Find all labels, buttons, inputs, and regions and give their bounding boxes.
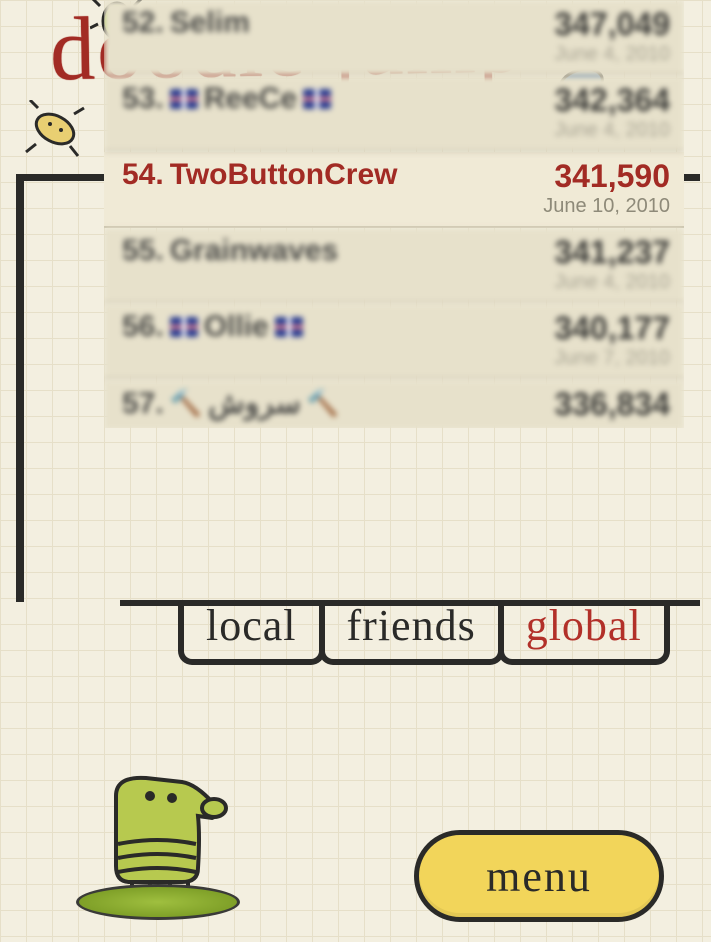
- player-name: TwoButtonCrew: [170, 158, 398, 192]
- menu-button[interactable]: menu: [414, 830, 664, 922]
- score: 347,049: [554, 6, 670, 43]
- hammer-icon: 🔨: [170, 388, 202, 419]
- player-name: Grainwaves: [170, 234, 338, 268]
- rank: 52.: [122, 6, 164, 40]
- rank: 57.: [122, 387, 164, 421]
- leaderboard-row[interactable]: 55. Grainwaves 341,237 June 4, 2010: [104, 228, 684, 304]
- rank: 53.: [122, 82, 164, 116]
- tab-friends[interactable]: friends: [319, 600, 504, 665]
- score: 341,590: [543, 158, 670, 195]
- leaderboard-row-current-user[interactable]: 54. TwoButtonCrew 341,590 June 10, 2010: [104, 152, 684, 228]
- rank: 56.: [122, 310, 164, 344]
- leaderboard-row[interactable]: 52. Selim 347,049 June 4, 2010: [104, 0, 684, 76]
- leaderboard-tabs: local friends global: [178, 600, 670, 665]
- score-date: June 7, 2010: [554, 347, 670, 370]
- leaderboard[interactable]: 52. Selim 347,049 June 4, 2010 53. ReeCe…: [104, 0, 684, 428]
- tab-local[interactable]: local: [178, 600, 325, 665]
- score-date: June 4, 2010: [554, 43, 670, 66]
- score-date: June 10, 2010: [543, 195, 670, 218]
- menu-button-label: menu: [486, 851, 592, 902]
- score: 340,177: [554, 310, 670, 347]
- uk-flag-icon: [303, 89, 331, 109]
- rank: 55.: [122, 234, 164, 268]
- leaderboard-row[interactable]: 56. Ollie 340,177 June 7, 2010: [104, 304, 684, 380]
- tab-global[interactable]: global: [498, 600, 670, 665]
- score: 342,364: [554, 82, 670, 119]
- rank: 54.: [122, 158, 164, 192]
- score: 336,834: [554, 386, 670, 423]
- uk-flag-icon: [275, 317, 303, 337]
- score-date: June 4, 2010: [554, 119, 670, 142]
- uk-flag-icon: [170, 89, 198, 109]
- platform-icon: [76, 884, 240, 920]
- player-name: Selim: [170, 6, 250, 40]
- player-name: سروش: [208, 386, 301, 421]
- player-name: Ollie: [204, 310, 269, 344]
- score-date: June 4, 2010: [554, 271, 670, 294]
- leaderboard-row[interactable]: 53. ReeCe 342,364 June 4, 2010: [104, 76, 684, 152]
- leaderboard-row[interactable]: 57. 🔨 سروش 🔨 336,834: [104, 380, 684, 428]
- score: 341,237: [554, 234, 670, 271]
- player-name: ReeCe: [204, 82, 297, 116]
- hammer-icon: 🔨: [307, 388, 339, 419]
- uk-flag-icon: [170, 317, 198, 337]
